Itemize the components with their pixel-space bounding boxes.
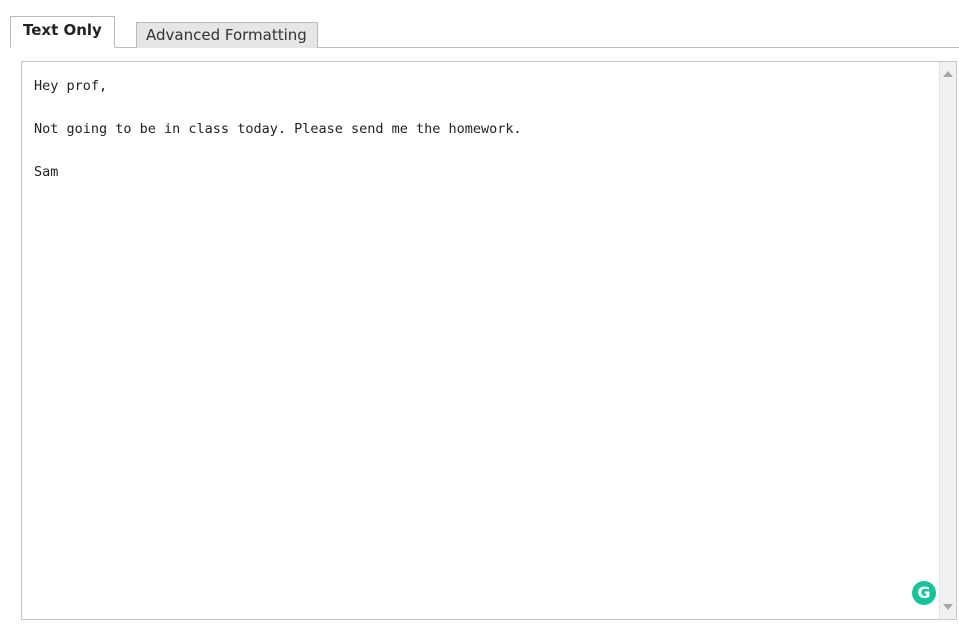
vertical-scrollbar[interactable] (939, 62, 956, 619)
grammarly-icon[interactable]: G (912, 581, 936, 605)
message-text-content[interactable]: Hey prof, Not going to be in class today… (34, 78, 920, 609)
scroll-up-arrow-icon[interactable] (943, 71, 953, 77)
message-line-signature: Sam (34, 164, 59, 180)
tab-text-only[interactable]: Text Only (10, 16, 115, 48)
message-text-area[interactable]: Hey prof, Not going to be in class today… (21, 61, 957, 620)
tab-advanced-formatting[interactable]: Advanced Formatting (136, 22, 318, 48)
editor-mode-tabs: Text Only Advanced Formatting (10, 16, 959, 48)
grammarly-glyph: G (917, 583, 931, 602)
tab-text-only-label: Text Only (23, 21, 102, 39)
message-line-greeting: Hey prof, (34, 78, 108, 94)
scroll-down-arrow-icon[interactable] (943, 604, 953, 610)
message-compose-panel: Text Only Advanced Formatting Hey prof, … (0, 0, 959, 627)
message-line-body: Not going to be in class today. Please s… (34, 121, 522, 137)
tab-advanced-formatting-label: Advanced Formatting (146, 26, 307, 44)
